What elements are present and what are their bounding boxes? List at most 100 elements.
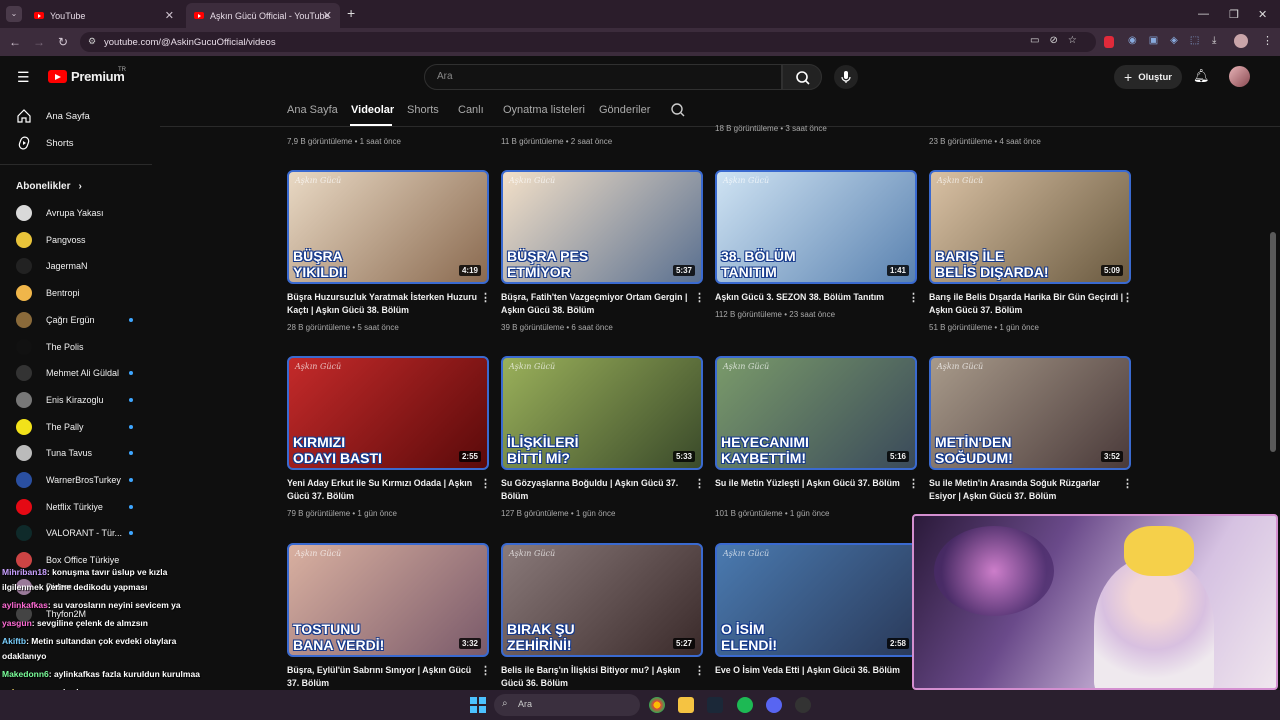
caption-line: BİTTİ Mİ? <box>507 450 570 466</box>
video-thumbnail[interactable]: Aşkın Gücü İLİŞKİLERİ BİTTİ Mİ? 5:33 <box>501 356 703 470</box>
create-button[interactable]: + Oluştur <box>1114 65 1182 89</box>
tab-shorts[interactable]: Shorts <box>407 104 439 116</box>
address-bar-actions[interactable]: ▭⊘☆ <box>1030 35 1087 46</box>
video-title[interactable]: Eve O İsim Veda Etti | Aşkın Gücü 36. Bö… <box>715 664 911 677</box>
video-thumbnail[interactable]: Aşkın Gücü BIRAK ŞU ZEHİRİNİ! 5:27 <box>501 543 703 657</box>
show-watermark: Aşkın Gücü <box>723 176 770 185</box>
sidebar-subscription-item[interactable]: Box Office Türkiye <box>16 552 119 569</box>
video-title[interactable]: Su Gözyaşlarına Boğuldu | Aşkın Gücü 37.… <box>501 477 697 503</box>
extensions-icons[interactable]: ◉▣◈⬚ <box>1128 35 1211 46</box>
tab-live[interactable]: Canlı <box>458 104 484 116</box>
video-title[interactable]: Aşkın Gücü 3. SEZON 38. Bölüm Tanıtım <box>715 291 911 304</box>
account-avatar[interactable] <box>1229 66 1250 87</box>
show-watermark: Aşkın Gücü <box>723 549 770 558</box>
sidebar-subscription-item[interactable]: Enis Kirazoglu <box>16 391 104 408</box>
browser-menu-icon[interactable]: ⋮ <box>1262 34 1273 47</box>
obs-icon[interactable] <box>795 697 811 713</box>
notifications-bell-icon[interactable]: 🔔︎ <box>1193 68 1210 84</box>
tab-search-icon[interactable]: ⌄ <box>6 6 22 22</box>
video-title[interactable]: Belis ile Barış'ın İlişkisi Bitiyor mu? … <box>501 664 697 690</box>
video-options-icon[interactable]: ⋮ <box>694 664 705 677</box>
chrome-icon[interactable] <box>649 697 665 713</box>
extension-icon[interactable] <box>1104 36 1114 48</box>
thumbnail-caption: BÜŞRA PES ETMİYOR <box>507 248 588 280</box>
sidebar-subscription-item[interactable]: VALORANT - Tür... <box>16 525 122 542</box>
sidebar-subscription-item[interactable]: The Pally <box>16 418 84 435</box>
search-button[interactable] <box>782 64 822 90</box>
video-thumbnail[interactable]: Aşkın Gücü BARIŞ İLE BELİS DIŞARDA! 5:09 <box>929 170 1131 284</box>
spotify-icon[interactable] <box>737 697 753 713</box>
browser-tab-youtube[interactable]: YouTube ✕ <box>26 3 182 28</box>
video-thumbnail[interactable]: Aşkın Gücü HEYECANIMI KAYBETTİM! 5:16 <box>715 356 917 470</box>
restore-icon[interactable]: ❐ <box>1229 8 1239 21</box>
sidebar-subscription-item[interactable]: Pangvoss <box>16 231 86 248</box>
site-info-icon[interactable]: ⚙ <box>88 36 96 47</box>
sidebar-subscription-item[interactable]: Avrupa Yakası <box>16 205 104 221</box>
youtube-premium-logo[interactable]: Premium TR <box>48 67 126 84</box>
video-options-icon[interactable]: ⋮ <box>480 664 491 677</box>
video-options-icon[interactable]: ⋮ <box>1122 291 1133 304</box>
sidebar-subscription-item[interactable]: The Polis <box>16 338 84 355</box>
video-options-icon[interactable]: ⋮ <box>908 291 919 304</box>
channel-avatar <box>16 338 32 355</box>
channel-search-icon[interactable] <box>670 102 686 123</box>
video-options-icon[interactable]: ⋮ <box>908 477 919 490</box>
tab-home[interactable]: Ana Sayfa <box>287 104 338 116</box>
download-icon[interactable]: ⤓ <box>1212 35 1216 46</box>
video-thumbnail[interactable]: Aşkın Gücü KIRMIZI ODAYI BASTI 2:55 <box>287 356 489 470</box>
video-title[interactable]: Büşra, Eylül'ün Sabrını Sınıyor | Aşkın … <box>287 664 483 690</box>
video-options-icon[interactable]: ⋮ <box>694 291 705 304</box>
video-options-icon[interactable]: ⋮ <box>480 291 491 304</box>
file-explorer-icon[interactable] <box>678 697 694 713</box>
subscriptions-header[interactable]: Abonelikler › <box>16 181 82 192</box>
close-window-icon[interactable]: ✕ <box>1258 8 1267 21</box>
sidebar-item-shorts[interactable]: Shorts <box>16 135 73 151</box>
video-title[interactable]: Su ile Metin'in Arasında Soğuk Rüzgarlar… <box>929 477 1125 503</box>
sidebar-subscription-item[interactable]: Netflix Türkiye <box>16 498 103 515</box>
channel-name: Bentropi <box>46 288 80 299</box>
tab-videos[interactable]: Videolar <box>351 104 394 116</box>
sidebar-subscription-item[interactable]: Çağrı Ergün <box>16 311 95 328</box>
caption-line: ZEHİRİNİ! <box>507 637 572 653</box>
discord-icon[interactable] <box>766 697 782 713</box>
sidebar-item-home[interactable]: Ana Sayfa <box>16 108 90 124</box>
video-title[interactable]: Büşra, Fatih'ten Vazgeçmiyor Ortam Gergi… <box>501 291 697 317</box>
sidebar-subscription-item[interactable]: Mehmet Ali Güldal <box>16 365 119 382</box>
video-meta: 28 B görüntüleme • 5 saat önce <box>287 323 399 332</box>
search-input[interactable]: Ara <box>424 64 782 90</box>
menu-icon[interactable]: ☰ <box>17 69 30 86</box>
sidebar-subscription-item[interactable]: Bentropi <box>16 285 80 302</box>
browser-tab-askin-gucu[interactable]: Aşkın Gücü Official - YouTube ✕ <box>186 3 340 28</box>
voice-search-button[interactable] <box>834 65 858 89</box>
tab-posts[interactable]: Gönderiler <box>599 104 650 116</box>
back-icon[interactable]: ← <box>8 35 22 49</box>
tab-playlists[interactable]: Oynatma listeleri <box>503 104 585 116</box>
sidebar-subscription-item[interactable]: JagermaN <box>16 258 88 275</box>
video-thumbnail[interactable]: Aşkın Gücü TOSTUNU BANA VERDİ! 3:32 <box>287 543 489 657</box>
reload-icon[interactable]: ↻ <box>56 35 70 49</box>
video-title[interactable]: Su ile Metin Yüzleşti | Aşkın Gücü 37. B… <box>715 477 911 490</box>
minimize-icon[interactable]: — <box>1198 8 1209 20</box>
profile-avatar[interactable] <box>1234 34 1248 48</box>
sidebar-subscription-item[interactable]: WarnerBrosTurkey <box>16 472 121 488</box>
video-options-icon[interactable]: ⋮ <box>1122 477 1133 490</box>
video-thumbnail[interactable]: Aşkın Gücü METİN'DEN SOĞUDUM! 3:52 <box>929 356 1131 470</box>
video-thumbnail[interactable]: Aşkın Gücü BÜŞRA PES ETMİYOR 5:37 <box>501 170 703 284</box>
sidebar-subscription-item[interactable]: Tuna Tavus <box>16 445 92 462</box>
forward-icon[interactable]: → <box>32 35 46 49</box>
video-options-icon[interactable]: ⋮ <box>480 477 491 490</box>
video-options-icon[interactable]: ⋮ <box>694 477 705 490</box>
video-thumbnail[interactable]: Aşkın Gücü BÜŞRA YIKILDI! 4:19 <box>287 170 489 284</box>
steam-icon[interactable] <box>707 697 723 713</box>
video-thumbnail[interactable]: Aşkın Gücü O İSİM ELENDİ! 2:58 <box>715 543 917 657</box>
video-title[interactable]: Yeni Aday Erkut ile Su Kırmızı Odada | A… <box>287 477 483 503</box>
close-tab-icon[interactable]: ✕ <box>323 9 332 22</box>
close-tab-icon[interactable]: ✕ <box>165 9 174 22</box>
video-thumbnail[interactable]: Aşkın Gücü 38. BÖLÜM TANITIM 1:41 <box>715 170 917 284</box>
video-title[interactable]: Barış ile Belis Dışarda Harika Bir Gün G… <box>929 291 1125 317</box>
scrollbar-thumb[interactable] <box>1270 232 1276 452</box>
windows-start-icon[interactable] <box>470 697 486 718</box>
video-title[interactable]: Büşra Huzursuzluk Yaratmak İsterken Huzu… <box>287 291 483 317</box>
new-tab-button[interactable]: + <box>347 5 355 21</box>
taskbar-search[interactable]: Ara <box>494 694 640 716</box>
